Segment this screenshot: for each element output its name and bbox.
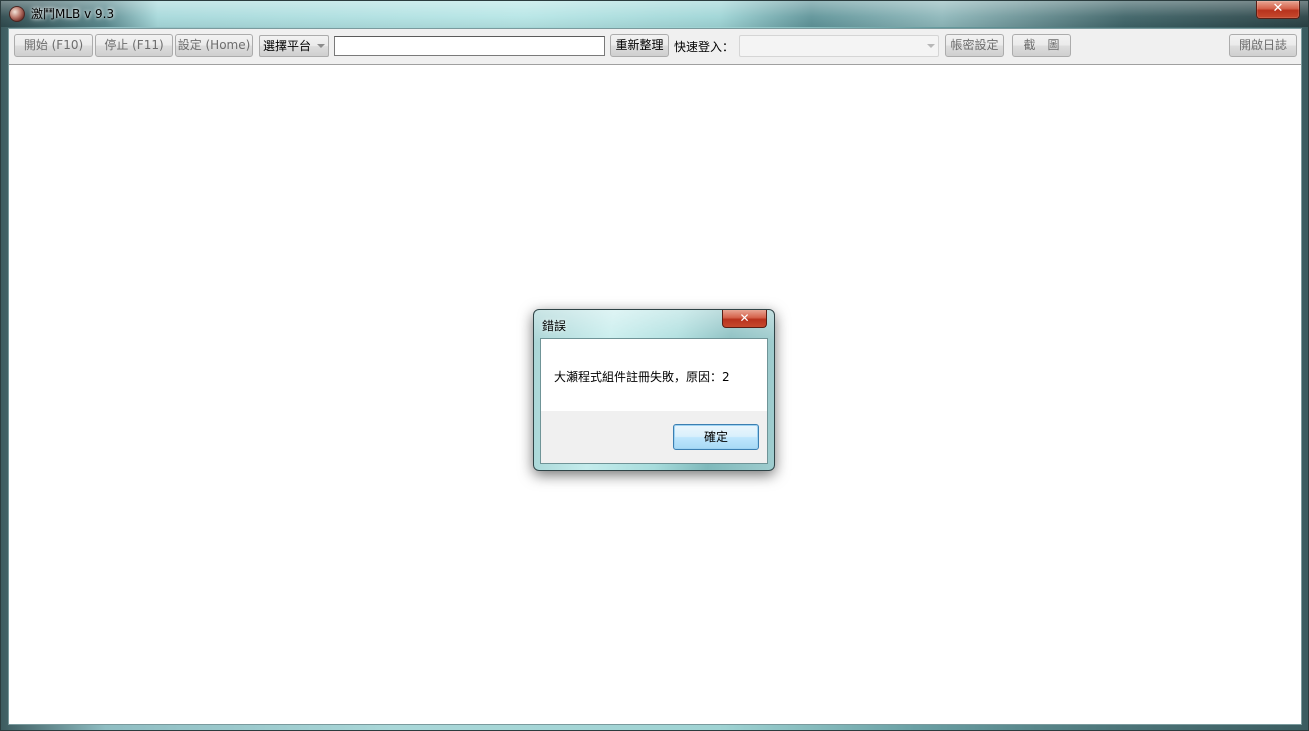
settings-button[interactable]: 設定 (Home) <box>175 34 253 57</box>
toolbar: 開始 (F10) 停止 (F11) 設定 (Home) 選擇平台 重新整理 快速… <box>9 29 1301 65</box>
quick-login-select[interactable] <box>739 35 939 57</box>
open-log-button[interactable]: 開啟日誌 <box>1229 34 1297 57</box>
platform-select[interactable]: 選擇平台 <box>259 35 329 57</box>
search-input[interactable] <box>334 36 605 56</box>
error-dialog: 錯誤 ✕ 大瀬程式組件註冊失敗，原因：2 確定 <box>533 309 775 471</box>
quick-login-label: 快速登入： <box>674 40 735 54</box>
start-button[interactable]: 開始 (F10) <box>14 34 93 57</box>
window-title: 激鬥MLB v 9.3 <box>31 7 115 21</box>
account-settings-button[interactable]: 帳密設定 <box>945 34 1004 57</box>
chevron-down-icon <box>927 44 935 48</box>
title-bar[interactable]: 激鬥MLB v 9.3 ✕ <box>1 1 1308 27</box>
chevron-down-icon <box>317 44 325 48</box>
stop-button[interactable]: 停止 (F11) <box>95 34 173 57</box>
platform-select-value: 選擇平台 <box>263 39 312 53</box>
app-logo-icon <box>9 6 25 22</box>
dialog-body: 大瀬程式組件註冊失敗，原因：2 確定 <box>540 338 768 464</box>
refresh-button[interactable]: 重新整理 <box>610 34 669 57</box>
screenshot-button[interactable]: 截 圖 <box>1012 34 1071 57</box>
dialog-title: 錯誤 <box>542 319 567 333</box>
dialog-message-area: 大瀬程式組件註冊失敗，原因：2 <box>541 339 767 411</box>
window-close-button[interactable]: ✕ <box>1256 1 1300 19</box>
dialog-message: 大瀬程式組件註冊失敗，原因：2 <box>554 370 730 384</box>
ok-button[interactable]: 確定 <box>673 424 759 450</box>
dialog-close-button[interactable]: ✕ <box>722 310 767 328</box>
